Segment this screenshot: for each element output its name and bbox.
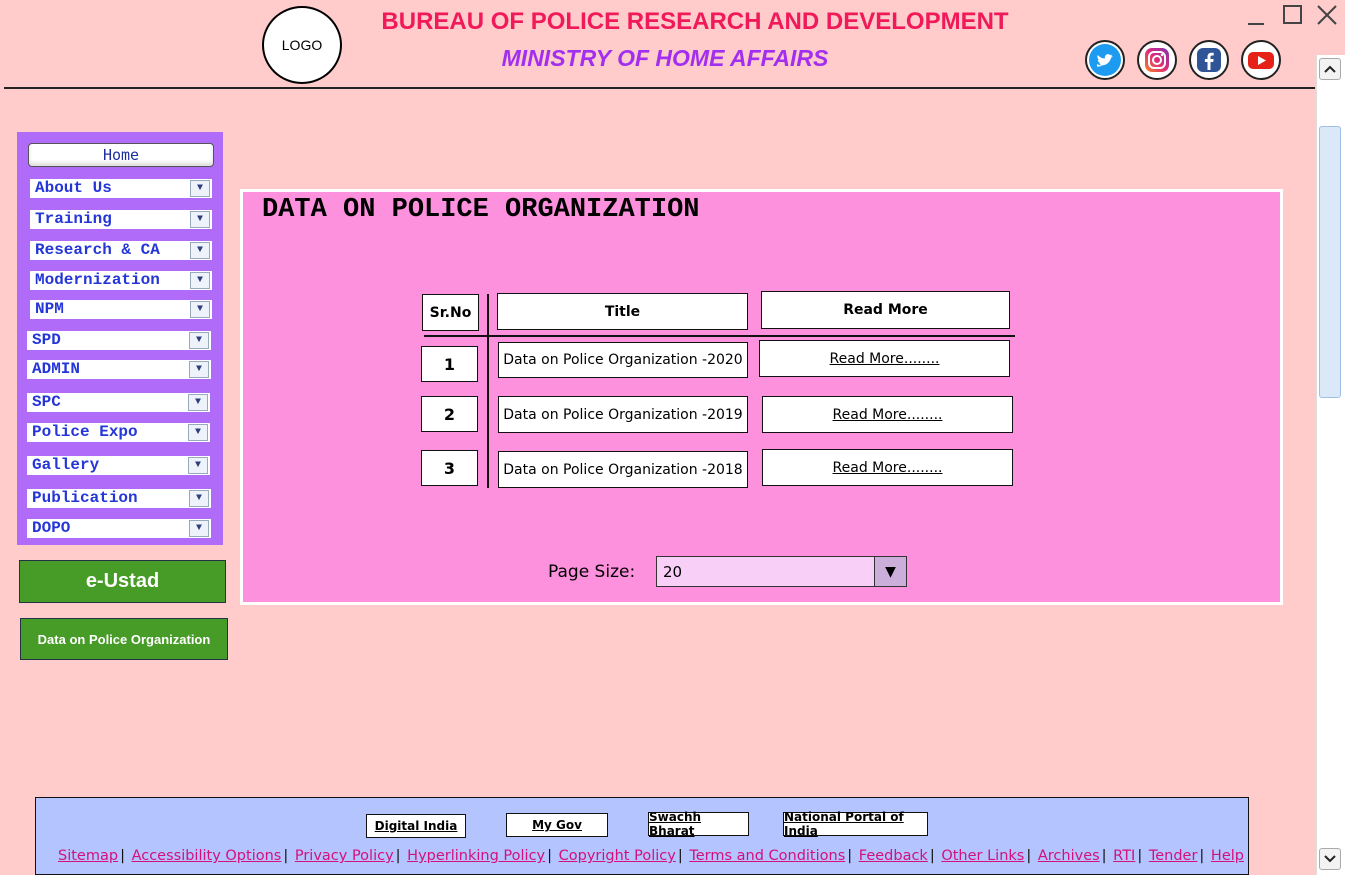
nav-label: DOPO	[32, 519, 71, 537]
maximize-icon[interactable]	[1280, 2, 1306, 28]
chevron-down-icon: ▼	[188, 457, 208, 474]
nav-label: Gallery	[32, 456, 100, 474]
ministry-subtitle: MINISTRY OF HOME AFFAIRS	[501, 45, 829, 71]
nav-label: About Us	[35, 179, 112, 197]
page-title: DATA ON POLICE ORGANIZATION	[262, 195, 700, 225]
chevron-down-icon: ▼	[190, 272, 210, 289]
footer-link-archives[interactable]: Archives	[1038, 848, 1100, 864]
footer-link-other-links[interactable]: Other Links	[941, 848, 1024, 864]
e-ustad-button[interactable]: e-Ustad	[19, 560, 226, 603]
national-portal-button[interactable]: National Portal of India	[783, 810, 928, 838]
chevron-down-icon: ▼	[188, 394, 208, 411]
row-2-title: Data on Police Organization -2019	[498, 396, 748, 433]
header-divider	[4, 87, 1315, 89]
nav-label: Research & CA	[35, 241, 160, 259]
footer-link-hyperlinking[interactable]: Hyperlinking Policy	[407, 848, 545, 864]
scroll-up-icon[interactable]	[1319, 58, 1341, 80]
nav-gallery[interactable]: Gallery ▼	[27, 456, 210, 475]
twitter-icon[interactable]	[1085, 40, 1125, 80]
header-read-more: Read More	[761, 291, 1010, 329]
organization-title: BUREAU OF POLICE RESEARCH AND DEVELOPMEN…	[381, 8, 1009, 35]
footer-link-tender[interactable]: Tender	[1149, 848, 1198, 864]
home-button[interactable]: Home	[28, 143, 214, 167]
nav-label: NPM	[35, 300, 64, 318]
nav-modernization[interactable]: Modernization ▼	[30, 271, 212, 290]
chevron-down-icon: ▼	[188, 424, 208, 441]
nav-spc[interactable]: SPC ▼	[27, 393, 210, 412]
youtube-icon[interactable]	[1241, 40, 1281, 80]
footer-link-rti[interactable]: RTI	[1113, 848, 1135, 864]
chevron-down-icon: ▼	[190, 242, 210, 259]
nav-label: ADMIN	[32, 360, 81, 378]
footer-link-copyright[interactable]: Copyright Policy	[559, 848, 676, 864]
row-3-title: Data on Police Organization -2018	[498, 451, 748, 488]
swachh-bharat-button[interactable]: Swachh Bharat	[648, 810, 749, 838]
nav-label: Training	[35, 210, 112, 228]
chevron-down-icon: ▼	[190, 180, 210, 197]
nav-label: SPD	[32, 331, 61, 349]
facebook-icon[interactable]	[1189, 40, 1229, 80]
nav-training[interactable]: Training ▼	[30, 210, 212, 229]
footer-links: Sitemap | Accessibility Options | Privacy …	[58, 848, 1244, 864]
footer-link-accessibility[interactable]: Accessibility Options	[132, 848, 282, 864]
instagram-icon[interactable]	[1137, 40, 1177, 80]
row-1-title: Data on Police Organization -2020	[498, 342, 748, 378]
nav-police-expo[interactable]: Police Expo ▼	[27, 423, 210, 442]
chevron-down-icon: ▼	[189, 332, 209, 349]
nav-label: SPC	[32, 393, 61, 411]
page-size-select[interactable]: 20	[656, 556, 907, 587]
minimize-icon[interactable]	[1244, 2, 1270, 28]
footer-link-feedback[interactable]: Feedback	[859, 848, 928, 864]
dropdown-arrow-icon[interactable]: ▼	[874, 556, 907, 587]
digital-india-button[interactable]: Digital India	[366, 814, 466, 838]
chevron-down-icon: ▼	[189, 361, 209, 378]
header-sr-no: Sr.No	[422, 294, 479, 331]
page-size-label: Page Size:	[548, 562, 636, 582]
row-1-read-more-link[interactable]: Read More........	[759, 340, 1010, 377]
nav-research-ca[interactable]: Research & CA ▼	[30, 241, 212, 260]
scroll-thumb[interactable]	[1319, 126, 1341, 398]
row-3-read-more-link[interactable]: Read More........	[762, 449, 1013, 486]
close-icon[interactable]	[1314, 2, 1340, 28]
data-on-police-organization-button[interactable]: Data on Police Organization	[20, 618, 228, 660]
table-divider-vertical	[487, 294, 489, 488]
footer-link-terms[interactable]: Terms and Conditions	[689, 848, 845, 864]
nav-npm[interactable]: NPM ▼	[30, 300, 212, 319]
nav-publication[interactable]: Publication ▼	[27, 489, 211, 508]
nav-label: Police Expo	[32, 423, 138, 441]
row-2-read-more-link[interactable]: Read More........	[762, 396, 1013, 433]
scroll-down-icon[interactable]	[1319, 848, 1341, 870]
nav-dopo[interactable]: DOPO ▼	[27, 519, 211, 538]
chevron-down-icon: ▼	[190, 211, 210, 228]
footer-link-sitemap[interactable]: Sitemap	[58, 848, 118, 864]
my-gov-button[interactable]: My Gov	[506, 813, 608, 837]
header-title: Title	[497, 293, 748, 330]
row-3-sr: 3	[421, 450, 478, 486]
nav-label: Modernization	[35, 271, 160, 289]
footer-link-privacy[interactable]: Privacy Policy	[295, 848, 394, 864]
nav-admin[interactable]: ADMIN ▼	[27, 360, 211, 379]
row-1-sr: 1	[421, 346, 478, 382]
chevron-down-icon: ▼	[190, 301, 210, 318]
chevron-down-icon: ▼	[189, 490, 209, 507]
row-2-sr: 2	[421, 396, 478, 432]
table-divider-horizontal	[424, 335, 1015, 337]
chevron-down-icon: ▼	[189, 520, 209, 537]
nav-spd[interactable]: SPD ▼	[27, 331, 211, 350]
nav-label: Publication	[32, 489, 138, 507]
footer-link-help[interactable]: Help	[1211, 848, 1244, 864]
nav-about-us[interactable]: About Us ▼	[30, 179, 212, 198]
